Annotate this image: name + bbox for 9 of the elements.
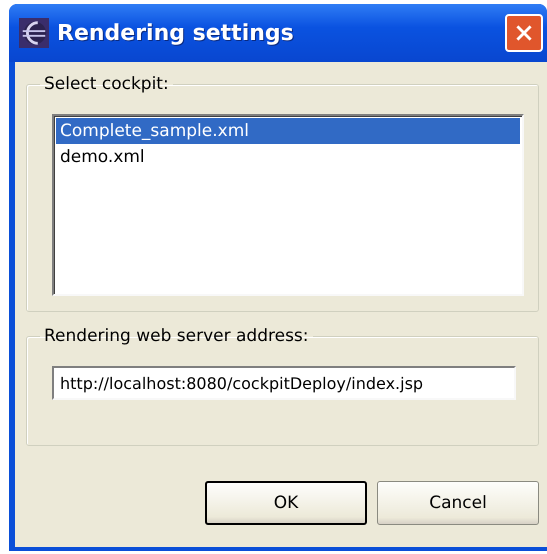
list-item[interactable]: Complete_sample.xml (56, 118, 520, 144)
group-label: Select cockpit: (43, 74, 170, 94)
window-title: Rendering settings (57, 20, 294, 46)
dialog-button[interactable]: Cancel (377, 481, 539, 525)
group-label: Rendering web server address: (43, 326, 310, 346)
address-field[interactable]: http://localhost:8080/cockpitDeploy/index.jsp (52, 366, 516, 400)
list-item[interactable]: demo.xml (56, 144, 520, 170)
dialog-button[interactable]: OK (205, 481, 367, 525)
cockpit-list[interactable]: Complete_sample.xml demo.xml (52, 114, 524, 296)
